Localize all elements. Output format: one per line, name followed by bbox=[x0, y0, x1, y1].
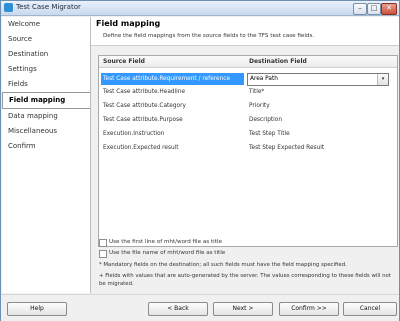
source-field-cell[interactable]: Test Case attribute.Category bbox=[103, 103, 186, 109]
table-row[interactable]: Test Case attribute.Purpose Description bbox=[99, 115, 397, 127]
table-row[interactable]: Test Case attribute.Headline Title* bbox=[99, 87, 397, 99]
sidebar-item-miscellaneous[interactable]: Miscellaneous bbox=[2, 124, 90, 139]
destination-field-dropdown[interactable]: Area Path ▾ bbox=[247, 73, 389, 86]
destination-field-cell[interactable]: Title* bbox=[249, 89, 264, 95]
sidebar-item-fields[interactable]: Fields bbox=[2, 77, 90, 92]
help-button[interactable]: Help bbox=[7, 302, 67, 316]
wizard-footer: Help < Back Next > Confirm >> Cancel bbox=[1, 294, 399, 321]
destination-field-cell[interactable]: Priority bbox=[249, 103, 270, 109]
maximize-button[interactable]: □ bbox=[367, 3, 381, 15]
destination-field-cell[interactable]: Test Step Title bbox=[249, 131, 290, 137]
file-name-title-label[interactable]: Use the file name of mht/word file as ti… bbox=[109, 250, 225, 256]
sidebar-item-confirm[interactable]: Confirm bbox=[2, 139, 90, 154]
column-header-destination-field[interactable]: Destination Field bbox=[249, 58, 307, 65]
next-button[interactable]: Next > bbox=[213, 302, 273, 316]
sidebar-item-field-mapping[interactable]: Field mapping bbox=[2, 92, 90, 109]
sidebar-item-settings[interactable]: Settings bbox=[2, 62, 90, 77]
test-case-migrator-window: Test Case Migrator – □ ✕ Welcome Source … bbox=[0, 0, 400, 321]
sidebar-item-destination[interactable]: Destination bbox=[2, 47, 90, 62]
minimize-button[interactable]: – bbox=[353, 3, 367, 15]
confirm-button[interactable]: Confirm >> bbox=[279, 302, 339, 316]
title-bar: Test Case Migrator – □ ✕ bbox=[1, 1, 399, 16]
source-field-cell[interactable]: Test Case attribute.Purpose bbox=[103, 117, 183, 123]
chevron-down-icon[interactable]: ▾ bbox=[377, 74, 388, 85]
sidebar-item-welcome[interactable]: Welcome bbox=[2, 17, 90, 32]
dropdown-selected-value: Area Path bbox=[250, 76, 278, 82]
table-row[interactable]: Test Case attribute.Category Priority bbox=[99, 101, 397, 113]
page-title: Field mapping bbox=[96, 19, 161, 28]
table-row[interactable]: Execution.Expected result Test Step Expe… bbox=[99, 143, 397, 155]
mandatory-fields-note: * Mandatory fields on the destination; a… bbox=[99, 262, 347, 268]
destination-field-cell[interactable]: Test Step Expected Result bbox=[249, 145, 324, 151]
wizard-steps-sidebar: Welcome Source Destination Settings Fiel… bbox=[2, 17, 91, 293]
sidebar-item-data-mapping[interactable]: Data mapping bbox=[2, 109, 90, 124]
app-icon bbox=[4, 3, 13, 12]
auto-generated-fields-note: + Fields with values that are auto-gener… bbox=[99, 273, 391, 287]
page-header: Field mapping Define the field mappings … bbox=[91, 17, 399, 46]
source-field-cell[interactable]: Execution.Instruction bbox=[103, 131, 164, 137]
main-content: Field mapping Define the field mappings … bbox=[91, 17, 399, 293]
sidebar-item-source[interactable]: Source bbox=[2, 32, 90, 47]
back-button[interactable]: < Back bbox=[148, 302, 208, 316]
source-field-cell[interactable]: Test Case attribute.Headline bbox=[103, 89, 185, 95]
first-line-title-label[interactable]: Use the first line of mht/word file as t… bbox=[109, 239, 222, 245]
file-name-title-option[interactable]: Use the file name of mht/word file as ti… bbox=[99, 250, 389, 258]
source-field-cell[interactable]: Execution.Expected result bbox=[103, 145, 179, 151]
close-button[interactable]: ✕ bbox=[381, 3, 397, 15]
first-line-title-option[interactable]: Use the first line of mht/word file as t… bbox=[99, 239, 389, 247]
destination-field-cell[interactable]: Description bbox=[249, 117, 282, 123]
field-mapping-grid: Source Field Destination Field Test Case… bbox=[98, 55, 398, 247]
window-title: Test Case Migrator bbox=[16, 3, 81, 11]
table-row[interactable]: Test Case attribute.Requirement / refere… bbox=[99, 73, 397, 86]
source-field-cell[interactable]: Test Case attribute.Requirement / refere… bbox=[101, 73, 244, 85]
cancel-button[interactable]: Cancel bbox=[343, 302, 397, 316]
column-header-source-field[interactable]: Source Field bbox=[103, 58, 145, 65]
table-row[interactable]: Execution.Instruction Test Step Title bbox=[99, 129, 397, 141]
first-line-title-checkbox[interactable] bbox=[99, 239, 107, 247]
file-name-title-checkbox[interactable] bbox=[99, 250, 107, 258]
grid-header: Source Field Destination Field bbox=[99, 56, 397, 68]
page-description: Define the field mappings from the sourc… bbox=[103, 33, 315, 39]
